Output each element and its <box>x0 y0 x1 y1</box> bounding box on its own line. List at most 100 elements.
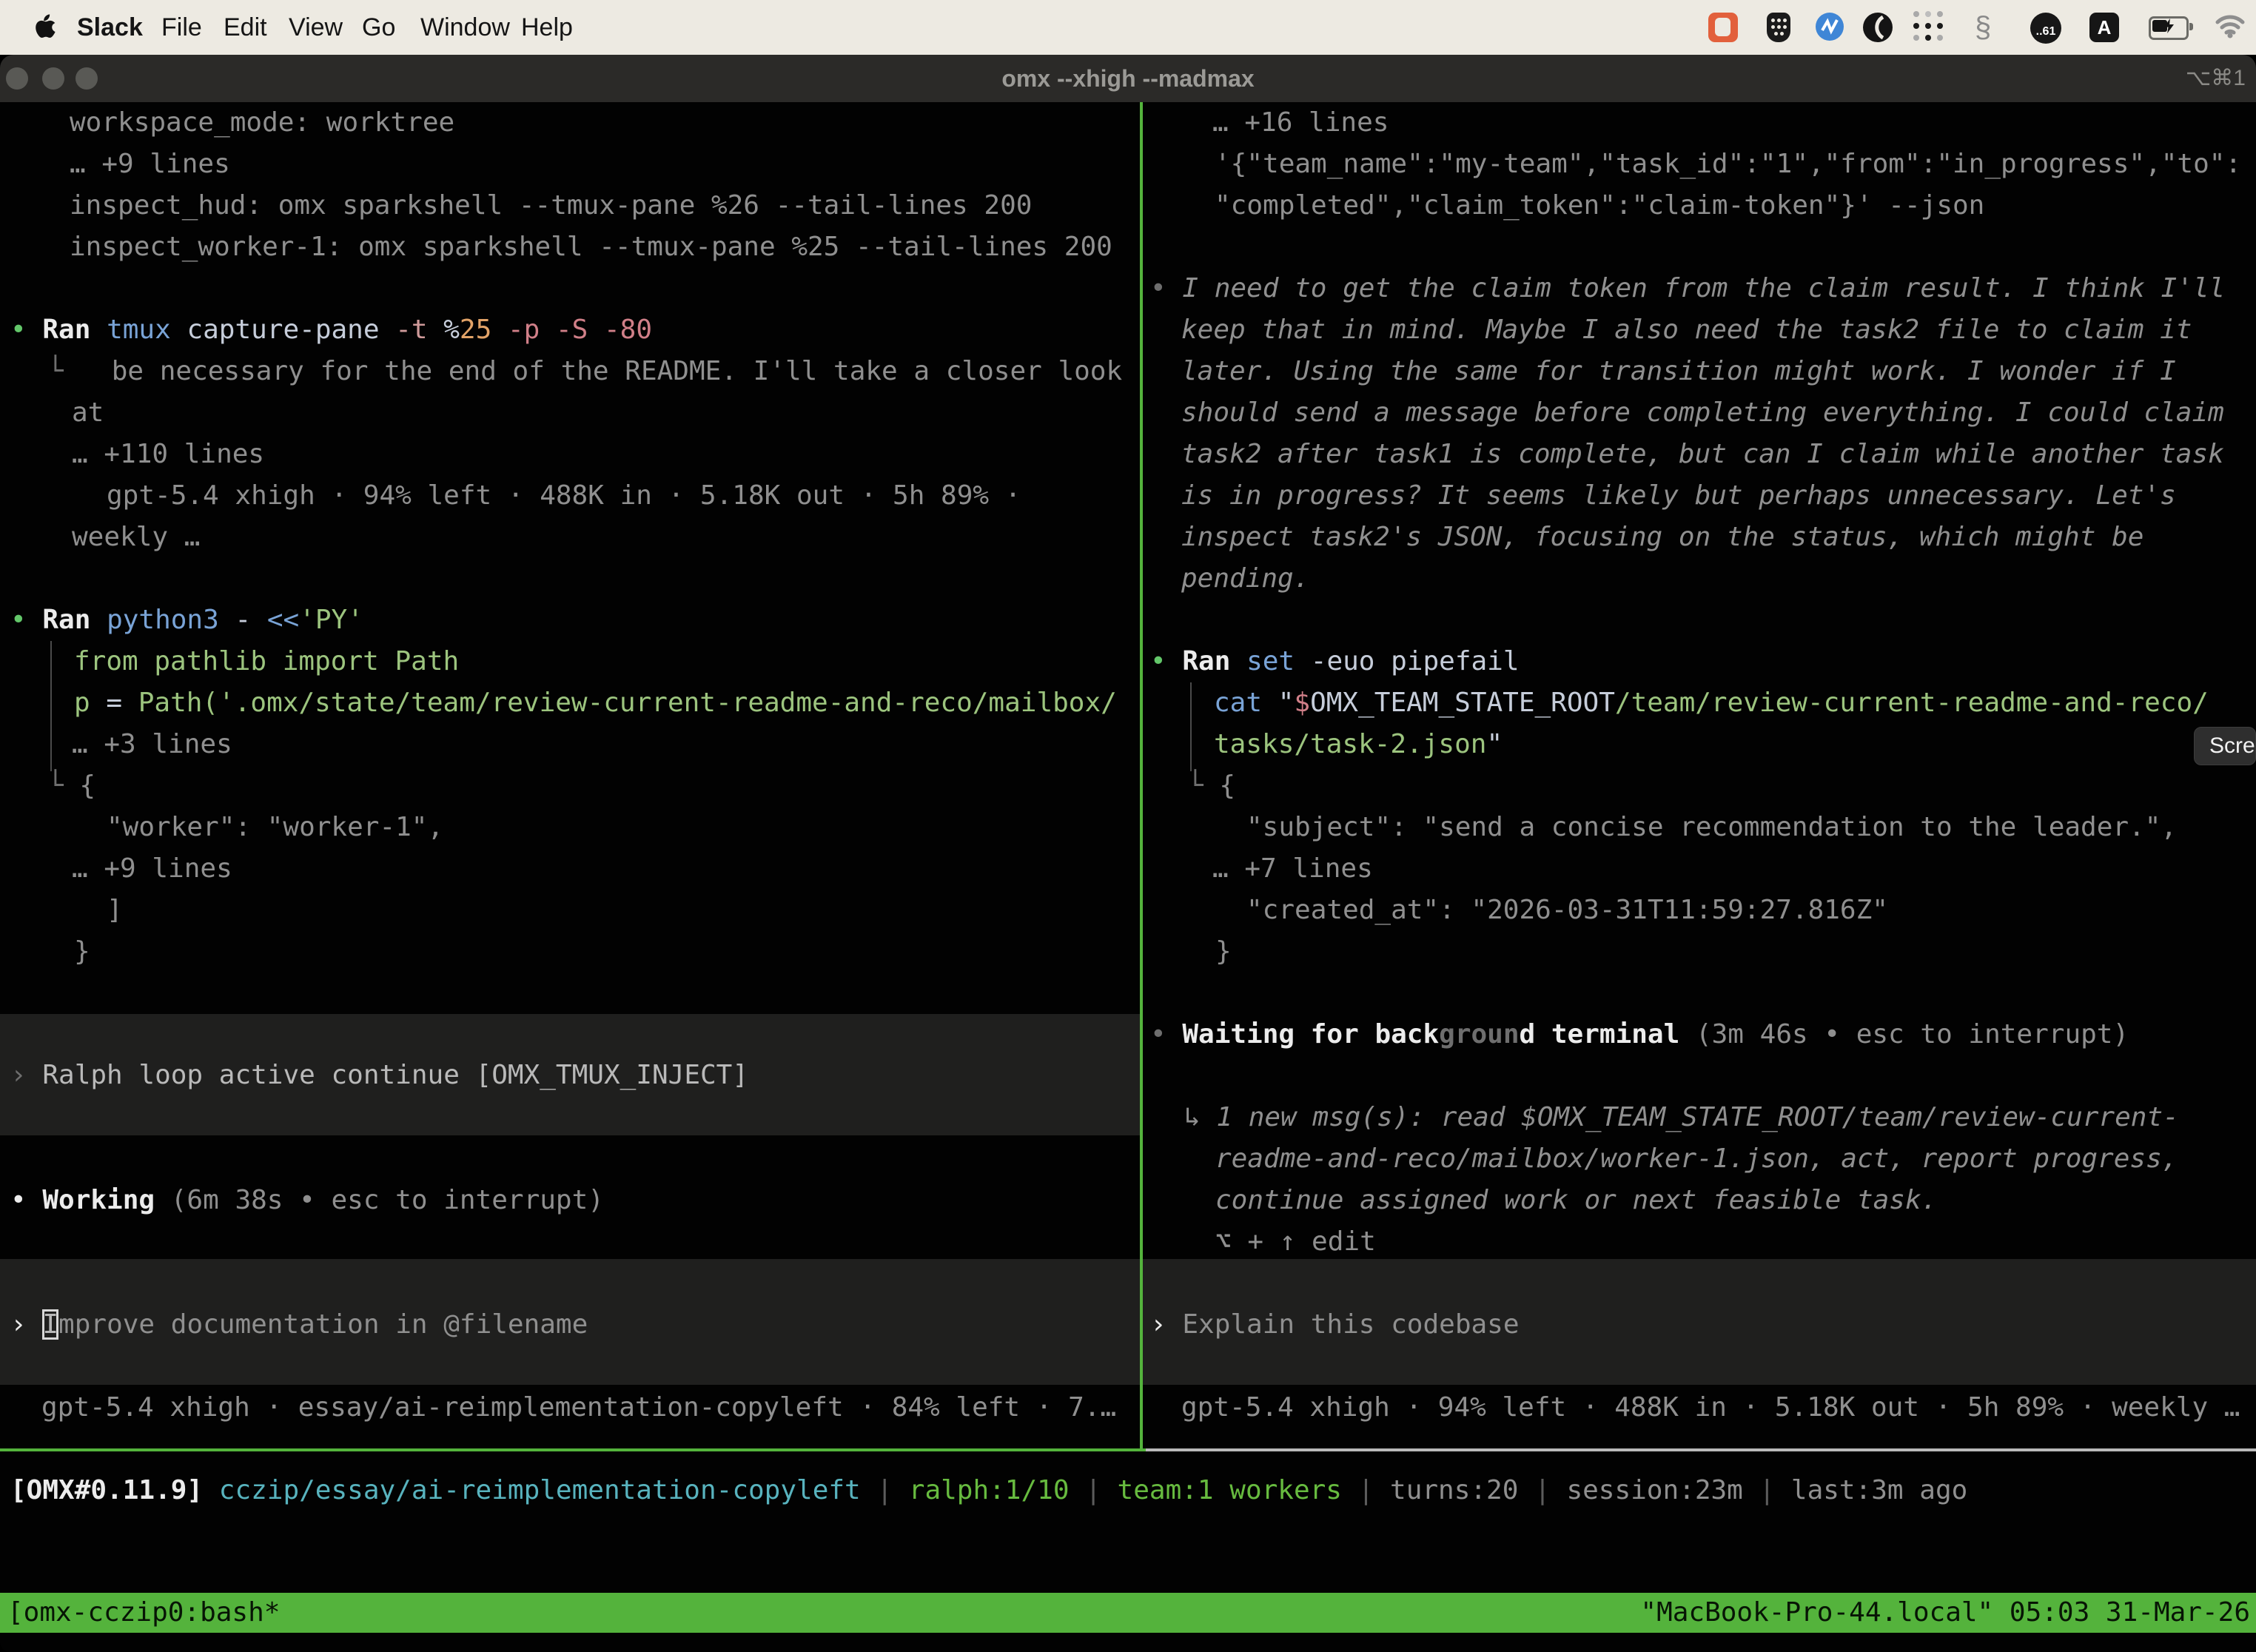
terminal-line: } <box>74 931 90 973</box>
terminal-line: } <box>1215 931 1232 973</box>
terminal-text-segment: … +16 lines <box>1212 107 1389 138</box>
terminal-line: "subject": "send a concise recommendatio… <box>1246 807 2177 848</box>
terminal-line: readme-and-reco/mailbox/worker-1.json, a… <box>1215 1138 2178 1180</box>
terminal-text-segment: • <box>1150 1019 1166 1050</box>
menu-item-slack[interactable]: Slack <box>77 0 143 55</box>
terminal-line: ] <box>107 890 123 931</box>
terminal-text-segment: | <box>1070 1475 1118 1505</box>
terminal-text-segment: at <box>72 397 104 428</box>
terminal-text-segment: I need to get the claim token from the c… <box>1166 273 2225 303</box>
terminal-text-segment: cat <box>1214 688 1262 718</box>
menu-item-edit[interactable]: Edit <box>224 0 267 55</box>
shield-icon[interactable] <box>1767 13 1790 42</box>
terminal-text-segment: << <box>251 605 299 635</box>
terminal-text-segment: p <box>74 688 90 718</box>
terminal-line: └ { <box>1187 765 1235 807</box>
terminal-text-segment: mprove documentation in @filename <box>58 1309 588 1340</box>
terminal-text-segment: inspect_hud: omx sparkshell --tmux-pane … <box>70 190 1032 221</box>
terminal-line: tasks/task-2.json" <box>1214 724 1503 765</box>
menu-item-go[interactable]: Go <box>362 0 395 55</box>
terminal-text-segment: pending. <box>1181 563 1309 594</box>
terminal-text-segment: • <box>10 605 27 635</box>
terminal-line: … +16 lines <box>1212 102 1389 144</box>
terminal-line: … +9 lines <box>72 848 232 890</box>
terminal-text-segment: "subject": "send a concise recommendatio… <box>1246 812 2177 842</box>
terminal-text-segment: › <box>10 1309 42 1340</box>
terminal-text-segment: weekly … <box>72 522 200 552</box>
screen-tooltip: Scre <box>2194 727 2256 765</box>
dots-grid-icon[interactable] <box>1913 11 1946 44</box>
terminal-text-segment: is in progress? It seems likely but perh… <box>1181 480 2176 511</box>
terminal-text-segment: 'PY' <box>299 605 363 635</box>
terminal-text-segment: … +110 lines <box>72 439 264 469</box>
apple-logo-icon[interactable] <box>33 13 58 41</box>
terminal-line: keep that in mind. Maybe I also need the… <box>1181 309 2192 351</box>
terminal-line: later. Using the same for transition mig… <box>1181 351 2176 392</box>
terminal-text-segment: › <box>1150 1309 1182 1340</box>
terminal-line: gpt-5.4 xhigh · 94% left · 488K in · 5.1… <box>107 475 1021 517</box>
terminal-text-segment: '{"team_name":"my-team","task_id":"1","f… <box>1215 149 2241 179</box>
terminal-line: [OMX#0.11.9] cczip/essay/ai-reimplementa… <box>10 1470 1967 1511</box>
terminal-text-segment: Ran <box>27 605 91 635</box>
terminal-line: weekly … <box>72 517 200 558</box>
input-source-icon[interactable]: A <box>2089 13 2119 42</box>
pane-divider[interactable] <box>1140 102 1143 1448</box>
terminal-text-segment: └ <box>1187 770 1219 801</box>
terminal-text-segment: • <box>10 1185 27 1215</box>
indent-guide <box>1190 682 1192 771</box>
terminal-line: should send a message before completing … <box>1181 392 2224 434</box>
menu-item-view[interactable]: View <box>289 0 343 55</box>
terminal-text-segment: | <box>1342 1475 1390 1505</box>
menu-item-file[interactable]: File <box>161 0 202 55</box>
indent-guide <box>50 641 52 771</box>
pane-border-inactive <box>1146 1448 2256 1451</box>
stats-icon[interactable] <box>1816 13 1844 41</box>
battery-fill <box>2152 20 2167 32</box>
terminal-text-segment: … +9 lines <box>72 853 232 884</box>
terminal-line: inspect_worker-1: omx sparkshell --tmux-… <box>70 226 1112 268</box>
window-shortcut-hint: ⌥⌘1 <box>2186 55 2246 102</box>
terminal-line: '{"team_name":"my-team","task_id":"1","f… <box>1215 144 2241 185</box>
terminal-text-segment: ⌥ + ↑ edit <box>1215 1226 1376 1257</box>
terminal-text-segment: Working <box>27 1185 155 1215</box>
battery-icon[interactable] <box>2149 16 2189 40</box>
terminal-text-segment: session:23m <box>1566 1475 1742 1505</box>
terminal-line: "completed","claim_token":"claim-token"}… <box>1215 185 1984 226</box>
terminal-text-segment: python3 <box>90 605 218 635</box>
terminal-text-segment: tasks/task-2.json <box>1214 729 1486 759</box>
terminal-text-segment: gpt-5.4 xhigh · essay/ai-reimplementatio… <box>41 1392 1116 1423</box>
terminal-text-segment: [OMX#0.11.9] <box>10 1475 203 1505</box>
terminal-text-segment: "completed","claim_token":"claim-token"}… <box>1215 190 1984 221</box>
wifi-icon[interactable] <box>2213 10 2247 44</box>
terminal-line: • I need to get the claim token from the… <box>1150 268 2225 309</box>
terminal-text-segment: last:3m ago <box>1791 1475 1967 1505</box>
pane-border-active <box>0 1448 1146 1451</box>
terminal-line: › Ralph loop active continue [OMX_TMUX_I… <box>10 1055 748 1096</box>
terminal-text-segment: -euo pipefail <box>1295 646 1519 676</box>
terminal-text-segment: inspect task2's JSON, focusing on the st… <box>1181 522 2143 552</box>
chat-icon-hole <box>1715 18 1730 36</box>
squiggle-icon[interactable]: § <box>1975 13 1991 42</box>
terminal-line: "worker": "worker-1", <box>107 807 443 848</box>
terminal-text-segment: Waiting for back <box>1166 1019 1439 1050</box>
terminal-text-segment: └ <box>47 356 112 386</box>
terminal-text-segment: -t <box>380 315 428 345</box>
menu-item-window[interactable]: Window <box>420 0 510 55</box>
terminal-text-segment: ralph:1/10 <box>909 1475 1070 1505</box>
terminal-line: inspect task2's JSON, focusing on the st… <box>1181 517 2143 558</box>
terminal-text-segment: turns:20 <box>1390 1475 1518 1505</box>
terminal-line: gpt-5.4 xhigh · essay/ai-reimplementatio… <box>41 1387 1116 1428</box>
terminal-text-segment: Ran <box>27 315 91 345</box>
terminal-line: • Ran set -euo pipefail <box>1150 641 1520 682</box>
terminal-text-segment: workspace_mode: worktree <box>70 107 454 138</box>
badge-61-icon[interactable]: ..61 <box>2030 13 2061 44</box>
chat-icon[interactable] <box>1708 13 1738 42</box>
terminal-text-segment: $ <box>1294 688 1310 718</box>
terminal-text-segment: Ran <box>1166 646 1231 676</box>
terminal-text-segment: capture-pane <box>171 315 380 345</box>
menu-item-help[interactable]: Help <box>521 0 573 55</box>
arc-icon[interactable] <box>1863 13 1893 42</box>
terminal-text-segment: (6m 38s • esc to interrupt) <box>155 1185 604 1215</box>
terminal-line: └ be necessary for the end of the README… <box>47 351 1122 392</box>
tmux-status-bar: [omx-cczip0:bash* "MacBook-Pro-44.local"… <box>0 1593 2256 1633</box>
